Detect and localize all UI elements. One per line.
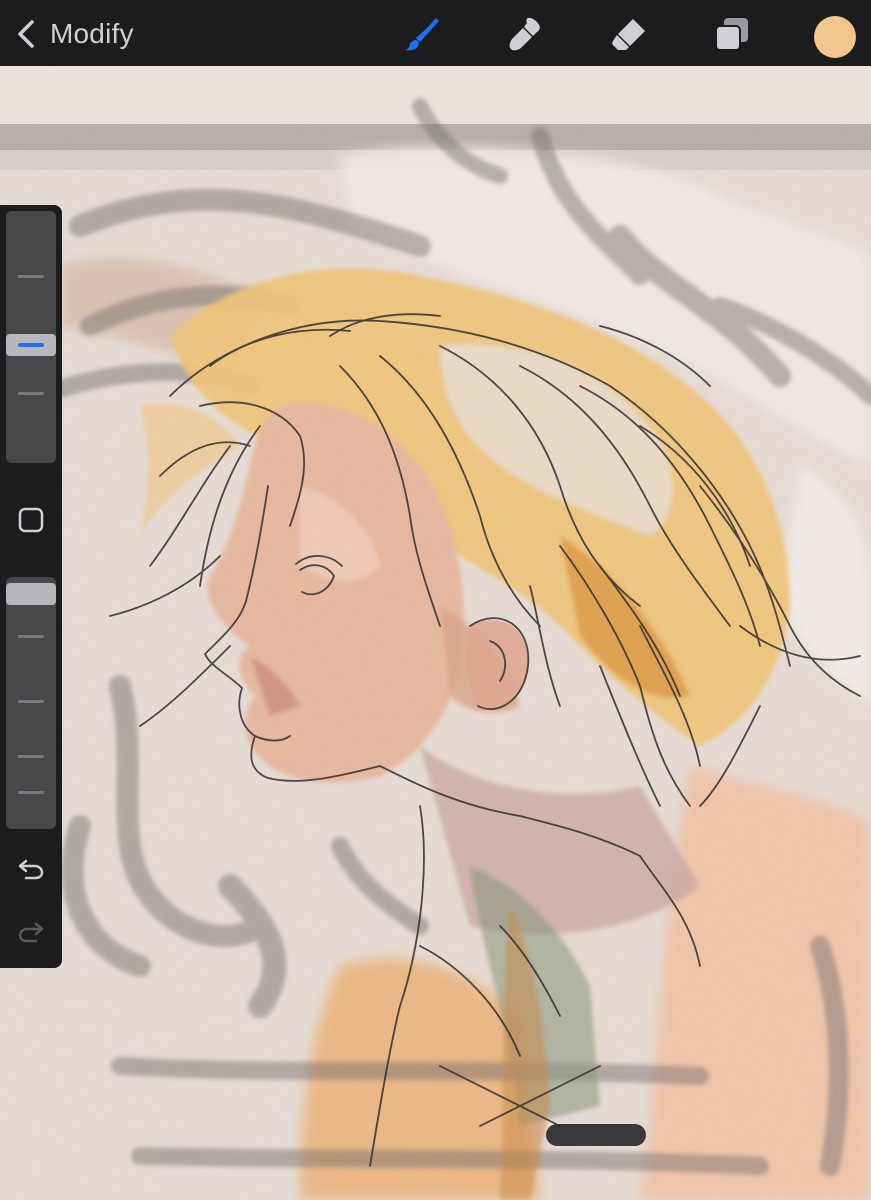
brush-size-indicator [18, 343, 44, 347]
eraser-tool-button[interactable] [609, 14, 649, 54]
brush-tool-button[interactable] [402, 14, 442, 54]
artwork [0, 66, 871, 1200]
brush-icon [405, 18, 439, 51]
brush-size-slider[interactable] [6, 211, 56, 463]
layers-icon [715, 18, 748, 51]
slider-tick [18, 700, 44, 703]
slider-tick [18, 275, 44, 278]
eraser-icon [612, 19, 645, 50]
smudge-tool-button[interactable] [506, 14, 546, 54]
brush-opacity-slider[interactable] [6, 577, 56, 829]
side-toolbar [0, 205, 62, 968]
slider-tick [18, 755, 44, 758]
color-picker-button[interactable] [814, 16, 856, 58]
procreate-app: Modify [0, 0, 871, 1200]
back-button[interactable]: Modify [14, 16, 134, 52]
redo-icon[interactable] [16, 916, 46, 946]
slider-tick [18, 635, 44, 638]
layers-button[interactable] [712, 14, 752, 54]
brush-size-thumb[interactable] [6, 334, 56, 356]
slider-tick [18, 392, 44, 395]
brush-opacity-thumb[interactable] [6, 583, 56, 605]
home-indicator [546, 1124, 646, 1146]
back-label: Modify [50, 18, 134, 49]
top-toolbar: Modify [0, 0, 871, 66]
drawing-canvas[interactable] [0, 66, 871, 1200]
modify-square-button[interactable] [17, 506, 45, 534]
slider-tick [18, 791, 44, 794]
undo-icon[interactable] [16, 853, 46, 883]
chevron-left-icon [18, 20, 34, 48]
smudge-icon [509, 17, 540, 51]
